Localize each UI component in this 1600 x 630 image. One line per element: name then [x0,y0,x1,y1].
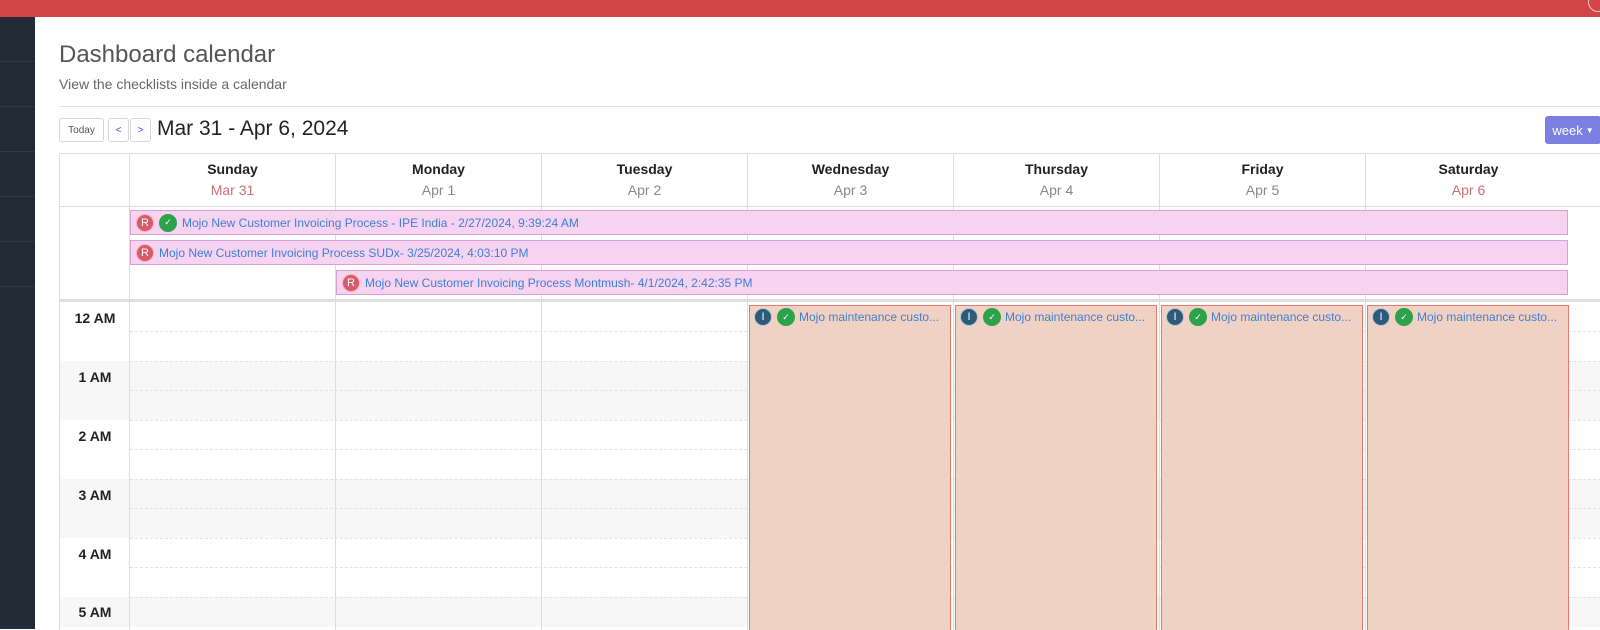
event-badge: R [136,213,154,232]
event-title: Mojo New Customer Invoicing Process SUDx… [159,245,529,260]
day-header-saturday: Saturday Apr 6 [1365,154,1571,206]
view-select-button[interactable]: week ▼ [1545,116,1600,144]
day-date: Apr 2 [627,182,662,198]
sidebar-item[interactable] [0,242,35,287]
day-date: Apr 6 [1451,182,1486,198]
page-title: Dashboard calendar [59,41,276,68]
sidebar-item[interactable] [0,62,35,107]
hour-label: 1 AM [78,369,112,385]
day-name: Tuesday [616,161,673,177]
hour-label: 4 AM [78,546,112,562]
day-header-thursday: Thursday Apr 4 [953,154,1159,206]
day-header-wednesday: Wednesday Apr 3 [747,154,953,206]
event-title: Mojo New Customer Invoicing Process Mont… [365,275,753,290]
day-name: Wednesday [811,161,890,177]
hour-label: 12 AM [74,310,116,326]
event-badge: I [960,308,978,326]
day-header-tuesday: Tuesday Apr 2 [541,154,747,206]
calendar-grid: 12 AM 1 AM 2 AM 3 AM 4 AM 5 AM Sunday Ma… [59,153,1600,630]
event-badge: I [754,308,772,326]
allday-divider [60,299,1600,302]
event-title: Mojo New Customer Invoicing Process - IP… [182,215,579,230]
timed-event[interactable]: I ✓ Mojo maintenance custo... [1161,305,1363,630]
event-badge: I [1166,308,1184,326]
sidebar-item[interactable] [0,152,35,197]
event-badge: I [1372,308,1390,326]
day-name: Thursday [1024,161,1088,177]
event-badge: R [342,273,360,292]
event-title: Mojo maintenance custo... [1211,310,1352,324]
caret-down-icon: ▼ [1585,125,1594,135]
next-week-button[interactable]: > [130,118,151,142]
check-icon: ✓ [1395,308,1413,326]
check-icon: ✓ [983,308,1001,326]
day-header-monday: Monday Apr 1 [335,154,541,206]
hour-label: 2 AM [78,428,112,444]
day-date: Mar 31 [210,182,255,198]
view-label: week [1552,122,1583,138]
top-bar [0,0,1600,17]
timed-event[interactable]: I ✓ Mojo maintenance custo... [955,305,1157,630]
page-subtitle: View the checklists inside a calendar [59,76,287,92]
day-date: Apr 3 [833,182,868,198]
day-name: Saturday [1438,161,1499,177]
event-title: Mojo maintenance custo... [1417,310,1558,324]
day-name: Sunday [207,161,258,177]
day-date: Apr 1 [421,182,456,198]
timed-event[interactable]: I ✓ Mojo maintenance custo... [1367,305,1569,630]
event-title: Mojo maintenance custo... [1005,310,1146,324]
day-name: Friday [1241,161,1284,177]
allday-event[interactable]: R ✓ Mojo New Customer Invoicing Process … [130,210,1568,235]
day-date: Apr 4 [1039,182,1074,198]
sidebar-item[interactable] [0,197,35,242]
sidebar-item[interactable] [0,17,35,62]
timed-event[interactable]: I ✓ Mojo maintenance custo... [749,305,951,630]
allday-event[interactable]: R Mojo New Customer Invoicing Process Mo… [336,270,1568,295]
event-badge: R [136,243,154,262]
prev-week-button[interactable]: < [108,118,129,142]
day-header-friday: Friday Apr 5 [1159,154,1365,206]
allday-event[interactable]: R Mojo New Customer Invoicing Process SU… [130,240,1568,265]
date-range-title: Mar 31 - Apr 6, 2024 [157,117,349,140]
sidebar-item[interactable] [0,107,35,152]
day-name: Monday [412,161,465,177]
check-icon: ✓ [1189,308,1207,326]
hour-label: 3 AM [78,487,112,503]
today-button[interactable]: Today [59,118,104,142]
day-header-sunday: Sunday Mar 31 [129,154,335,206]
day-date: Apr 5 [1245,182,1280,198]
user-avatar[interactable] [1588,0,1600,12]
event-title: Mojo maintenance custo... [799,310,940,324]
check-icon: ✓ [159,213,177,232]
check-icon: ✓ [777,308,795,326]
hour-label: 5 AM [78,604,112,620]
header-divider [60,206,1600,207]
sidebar [0,17,35,629]
divider [59,106,1600,107]
